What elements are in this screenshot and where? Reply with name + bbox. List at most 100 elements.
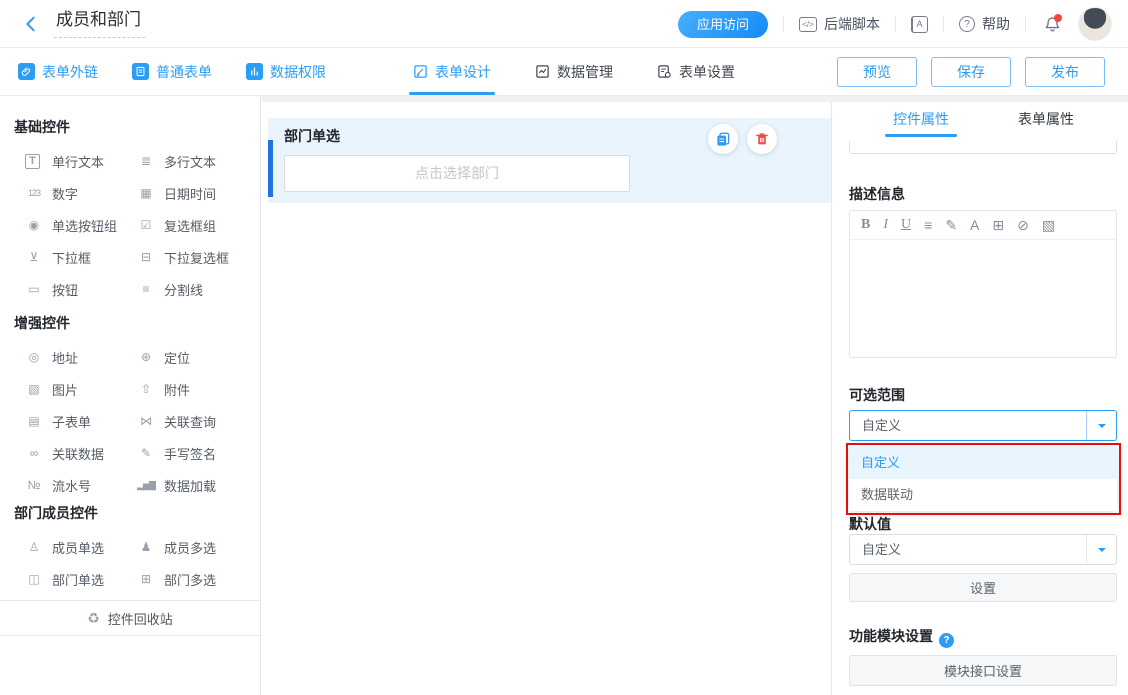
normal-form-button[interactable]: 普通表单 xyxy=(132,62,212,82)
palette-item-serial-number[interactable]: №流水号 xyxy=(25,476,137,494)
select-caret-segment[interactable] xyxy=(1086,411,1116,440)
tab-widget-properties[interactable]: 控件属性 xyxy=(893,108,949,130)
palette-item-subform[interactable]: ▤ 子表单 xyxy=(25,412,137,430)
scrolled-partial-field[interactable] xyxy=(849,141,1117,154)
app-access-button[interactable]: 应用访问 xyxy=(678,11,768,38)
align-icon[interactable]: ≡ xyxy=(924,217,932,233)
normal-form-label: 普通表单 xyxy=(156,62,212,82)
select-caret-segment[interactable] xyxy=(1086,535,1116,564)
tab-data-management[interactable]: 数据管理 xyxy=(535,48,613,95)
attachment-icon: ⇧ xyxy=(137,380,155,398)
palette-item-label: 数字 xyxy=(52,184,78,203)
palette-item-address[interactable]: ◎地址 xyxy=(25,348,137,366)
font-color-icon[interactable]: A xyxy=(970,217,979,233)
description-editor[interactable]: B I U ≡ ✎ A ⊞ ⊘ ▧ xyxy=(849,210,1117,358)
subform-icon: ▤ xyxy=(25,412,43,430)
address-icon: ◎ xyxy=(25,348,43,366)
document-icon xyxy=(132,63,149,80)
unlink-icon[interactable]: ⊘ xyxy=(1017,217,1029,233)
palette-item-data-load[interactable]: ▂▅▇数据加载 xyxy=(137,476,260,494)
tab-form-settings[interactable]: 表单设置 xyxy=(657,48,735,95)
palette-item-label: 单行文本 xyxy=(52,152,104,171)
insert-image-icon[interactable]: ▧ xyxy=(1042,217,1055,233)
data-permission-button[interactable]: 数据权限 xyxy=(246,62,326,82)
optional-range-select[interactable]: 自定义 xyxy=(849,410,1117,441)
back-button[interactable] xyxy=(20,13,42,35)
palette-item-divider-line[interactable]: ≡分割线 xyxy=(137,280,260,298)
clone-icon[interactable]: ⊞ xyxy=(992,217,1004,233)
palette-item-single-line-text[interactable]: T单行文本 xyxy=(25,152,137,170)
help-question-icon[interactable]: ? xyxy=(939,633,954,648)
palette-item-radio-group[interactable]: ◉单选按钮组 xyxy=(25,216,137,234)
dept-multi-icon: ⊞ xyxy=(137,570,155,588)
palette-item-attachment[interactable]: ⇧附件 xyxy=(137,380,260,398)
palette-item-multi-line-text[interactable]: ≣多行文本 xyxy=(137,152,260,170)
palette-item-location[interactable]: ⊕定位 xyxy=(137,348,260,366)
optional-range-value: 自定义 xyxy=(862,411,901,440)
notification-dot xyxy=(1054,14,1062,22)
italic-icon[interactable]: I xyxy=(883,217,888,233)
form-external-link-label: 表单外链 xyxy=(42,62,98,82)
palette-item-select[interactable]: ⊻ 下拉框 xyxy=(25,248,137,266)
tab-form-design[interactable]: 表单设计 xyxy=(413,48,491,95)
bold-icon[interactable]: B xyxy=(861,217,870,233)
palette-item-image[interactable]: ▧图片 xyxy=(25,380,137,398)
palette-item-label: 关联查询 xyxy=(164,412,216,431)
recycle-label: 控件回收站 xyxy=(108,609,173,628)
palette-item-member-multi[interactable]: ♟成员多选 xyxy=(137,538,260,556)
widget-recycle-bin[interactable]: ♻ 控件回收站 xyxy=(0,600,260,636)
palette-item-label: 下拉框 xyxy=(52,248,91,267)
multi-line-text-icon: ≣ xyxy=(137,152,155,170)
default-value-settings-button[interactable]: 设置 xyxy=(849,573,1117,602)
widget-palette-sidebar: 基础控件 T单行文本 ≣多行文本 123数字 ▦日期时间 ◉单选按钮组 ☑复选框… xyxy=(0,96,261,695)
related-data-icon: ∞ xyxy=(25,444,43,462)
underline-icon[interactable]: U xyxy=(901,217,911,233)
tab-form-properties[interactable]: 表单属性 xyxy=(1018,108,1074,130)
divider xyxy=(1025,16,1026,32)
palette-item-member-single[interactable]: ♙成员单选 xyxy=(25,538,137,556)
palette-item-label: 日期时间 xyxy=(164,184,216,203)
palette-item-label: 定位 xyxy=(164,348,190,367)
palette-item-multi-select[interactable]: ⊟下拉复选框 xyxy=(137,248,260,266)
richtext-toolbar: B I U ≡ ✎ A ⊞ ⊘ ▧ xyxy=(850,211,1116,240)
avatar[interactable] xyxy=(1078,7,1112,41)
pencil-icon[interactable]: ✎ xyxy=(945,217,957,233)
selected-widget-dept-single[interactable]: 部门单选 点击选择部门 xyxy=(268,118,831,203)
help-icon: ? xyxy=(959,16,975,32)
preview-button[interactable]: 预览 xyxy=(837,57,917,87)
palette-item-related-query[interactable]: ⋈关联查询 xyxy=(137,412,260,430)
palette-item-datetime[interactable]: ▦日期时间 xyxy=(137,184,260,202)
palette-item-signature[interactable]: ✎手写签名 xyxy=(137,444,260,462)
dropdown-option-custom[interactable]: 自定义 xyxy=(849,447,1117,479)
help-button[interactable]: ? 帮助 xyxy=(959,14,1010,34)
palette-item-dept-single[interactable]: ◫部门单选 xyxy=(25,570,137,588)
description-editor-area[interactable] xyxy=(850,240,1116,358)
palette-item-number[interactable]: 123数字 xyxy=(25,184,137,202)
save-button[interactable]: 保存 xyxy=(931,57,1011,87)
backend-script-button[interactable]: </> 后端脚本 xyxy=(799,14,880,34)
delete-widget-button[interactable] xyxy=(747,124,777,154)
palette-item-related-data[interactable]: ∞关联数据 xyxy=(25,444,137,462)
address-book-button[interactable]: A xyxy=(911,16,928,33)
default-value-select[interactable]: 自定义 xyxy=(849,534,1117,565)
palette-item-button[interactable]: ▭按钮 xyxy=(25,280,137,298)
properties-panel: 控件属性 表单属性 描述信息 B I U ≡ ✎ A ⊞ ⊘ ▧ 可选范围 自定… xyxy=(831,102,1128,695)
module-api-settings-button[interactable]: 模块接口设置 xyxy=(849,655,1117,686)
palette-item-label: 部门单选 xyxy=(52,570,104,589)
page-title[interactable]: 成员和部门 xyxy=(54,10,145,38)
palette-item-label: 部门多选 xyxy=(164,570,216,589)
palette-item-dept-multi[interactable]: ⊞ 部门多选 xyxy=(137,570,260,588)
palette-item-checkbox-group[interactable]: ☑复选框组 xyxy=(137,216,260,234)
copy-widget-button[interactable] xyxy=(708,124,738,154)
form-external-link-button[interactable]: 表单外链 xyxy=(18,62,98,82)
dropdown-option-data-linkage[interactable]: 数据联动 xyxy=(849,479,1117,511)
widget-title: 部门单选 xyxy=(284,126,340,146)
optional-range-label: 可选范围 xyxy=(849,385,905,405)
dept-picker-field[interactable]: 点击选择部门 xyxy=(284,155,630,192)
select-icon: ⊻ xyxy=(25,248,43,266)
publish-button[interactable]: 发布 xyxy=(1025,57,1105,87)
palette-item-label: 子表单 xyxy=(52,412,91,431)
header: 成员和部门 应用访问 </> 后端脚本 A ? 帮助 xyxy=(0,0,1128,48)
dept-member-widgets-grid: ♙成员单选 ♟成员多选 ◫部门单选 ⊞ 部门多选 xyxy=(25,538,260,588)
notification-bell-button[interactable] xyxy=(1041,13,1063,35)
